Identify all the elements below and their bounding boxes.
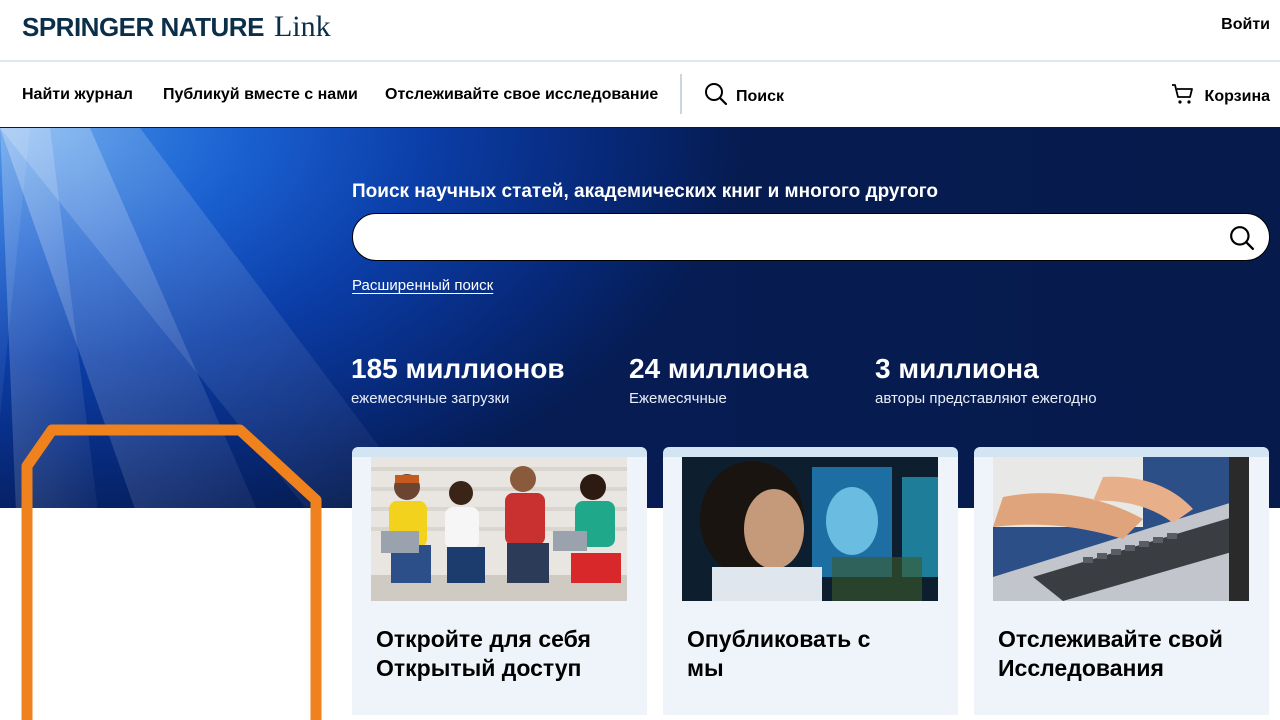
hero-title: Поиск научных статей, академических книг… [352,181,939,202]
advanced-search-link[interactable]: Расширенный поиск [352,277,493,294]
card-title-line: Исследования [998,655,1164,681]
card-image-typing-on-laptop [993,457,1249,601]
card-title: Опубликовать с мы [687,625,947,683]
nav-find-journal[interactable]: Найти журнал [22,86,133,104]
stat-label: ежемесячные загрузки [351,390,510,407]
main-search-box [352,213,1270,261]
top-header: SPRINGER NATURE Link Войти [0,0,1280,62]
nav-search-label: Поиск [736,87,785,105]
orange-outline-decoration [0,420,340,720]
card-title-line: мы [687,655,724,681]
nav-track-research[interactable]: Отслеживайте свое исследование [385,86,658,104]
springer-nature-link-logo[interactable]: SPRINGER NATURE Link [22,10,331,43]
nav-publish-with-us[interactable]: Публикуй вместе с нами [163,86,358,104]
login-link[interactable]: Войти [1221,16,1270,34]
stat-label: Ежемесячные [629,390,727,407]
cart-icon [1171,82,1195,111]
nav-cart-button[interactable]: Корзина [1171,82,1270,111]
logo-brand-text: SPRINGER NATURE [22,12,264,42]
stat-downloads: 185 миллионов ежемесячные загрузки [351,352,565,407]
main-search-button[interactable] [1229,225,1255,251]
stat-monthly: 24 миллиона Ежемесячные [629,352,808,407]
logo-link-text: Link [273,10,331,43]
card-publish-with-us[interactable]: Опубликовать с мы [663,447,958,715]
search-icon [704,82,728,111]
stat-authors: 3 миллиона авторы представляют ежегодно [875,352,1097,407]
main-search-input[interactable] [371,224,1221,252]
nav-search-button[interactable]: Поиск [704,82,784,111]
nav-divider [680,74,682,114]
card-title-line: Откройте для себя [376,626,591,652]
card-image-group-with-laptops [371,457,627,601]
stat-value: 24 миллиона [629,353,809,384]
card-image-researcher-with-monitors [682,457,938,601]
stat-value: 185 миллионов [351,353,565,384]
card-title-line: Отслеживайте свой [998,626,1223,652]
search-icon [1229,226,1255,255]
main-nav: Найти журнал Публикуй вместе с нами Отсл… [0,62,1280,128]
card-title-line: Опубликовать с [687,626,871,652]
stat-value: 3 миллиона [875,353,1039,384]
card-title-line: Открытый доступ [376,655,582,681]
card-title: Отслеживайте свой Исследования [998,625,1258,683]
nav-cart-label: Корзина [1204,87,1270,105]
card-track-research[interactable]: Отслеживайте свой Исследования [974,447,1269,715]
card-title: Откройте для себя Открытый доступ [376,625,636,683]
card-open-access[interactable]: Откройте для себя Открытый доступ [352,447,647,715]
stat-label: авторы представляют ежегодно [875,390,1097,407]
